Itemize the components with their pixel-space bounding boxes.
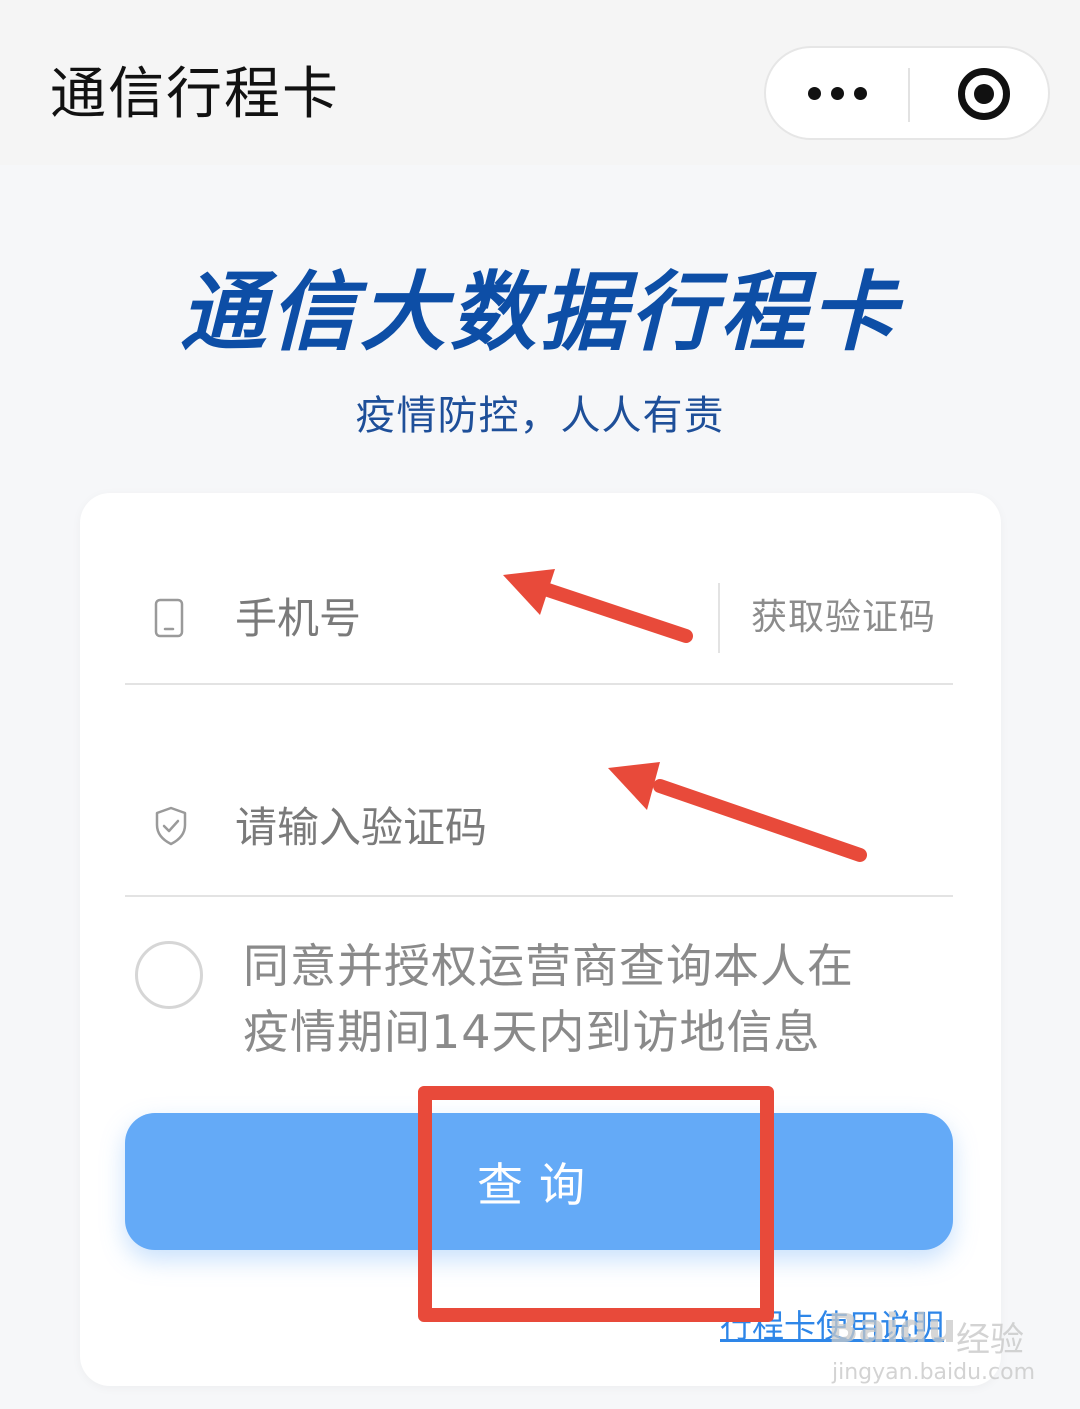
field-divider (718, 583, 720, 653)
target-close-icon[interactable] (958, 68, 1010, 120)
phone-row: 获取验证码 (125, 553, 953, 685)
hero-title: 通信大数据行程卡 (180, 263, 900, 363)
page-title: 通信行程卡 (50, 62, 340, 127)
agreement-row: 同意并授权运营商查询本人在 疫情期间14天内到访地信息 (135, 933, 955, 1073)
agreement-text: 同意并授权运营商查询本人在 疫情期间14天内到访地信息 (243, 933, 943, 1065)
watermark-text: 经验 (956, 1320, 1024, 1360)
annotation-highlight-box (418, 1086, 774, 1322)
watermark: Baidu 经验 jingyan.baidu.com (828, 1300, 1048, 1390)
get-code-button[interactable]: 获取验证码 (751, 593, 936, 643)
watermark-url: jingyan.baidu.com (832, 1360, 1036, 1385)
agreement-line-2: 疫情期间14天内到访地信息 (243, 1005, 821, 1059)
code-row (125, 759, 953, 897)
watermark-logo: Baidu (828, 1306, 957, 1352)
phone-icon (154, 598, 184, 638)
more-dots-icon[interactable] (808, 81, 868, 107)
agreement-line-1: 同意并授权运营商查询本人在 (243, 939, 854, 993)
code-input[interactable] (235, 759, 935, 895)
miniprogram-capsule (764, 46, 1050, 140)
phone-input[interactable] (235, 553, 685, 683)
agree-radio[interactable] (135, 941, 203, 1009)
shield-check-icon (155, 806, 187, 846)
capsule-divider (908, 68, 910, 122)
navigation-bar: 通信行程卡 (0, 0, 1080, 165)
hero-subtitle: 疫情防控，人人有责 (355, 393, 725, 439)
